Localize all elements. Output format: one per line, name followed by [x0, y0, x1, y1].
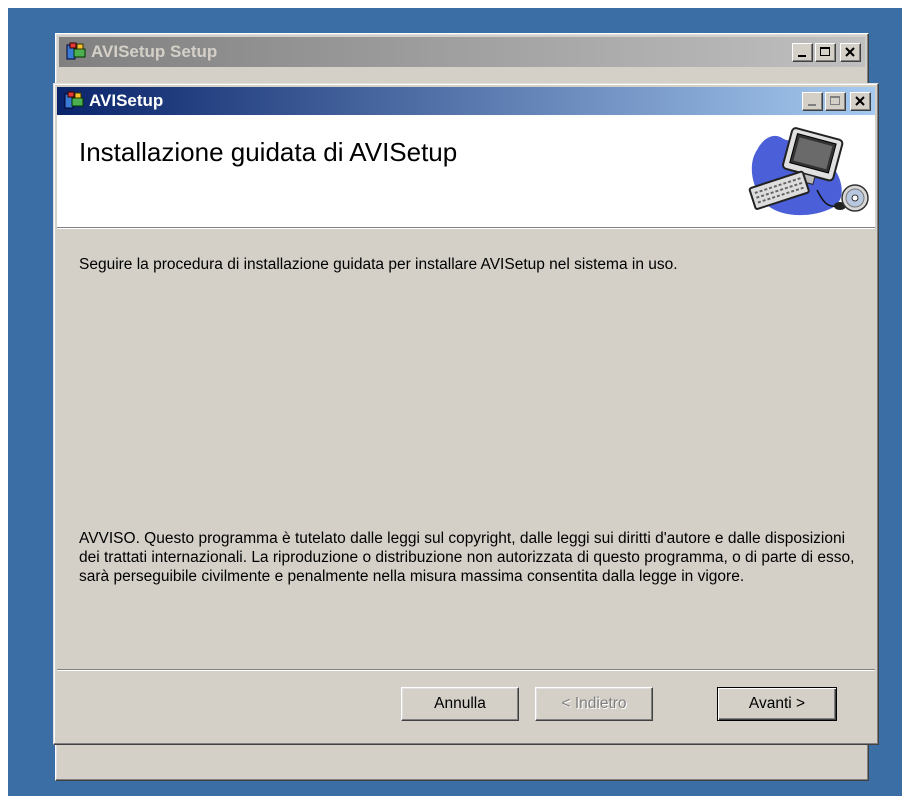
- close-icon[interactable]: [850, 91, 871, 111]
- outer-window-title: AVISetup Setup: [91, 42, 218, 61]
- computer-cd-icon: [737, 120, 869, 220]
- minimize-icon[interactable]: [802, 91, 823, 111]
- footer-divider: [57, 669, 875, 670]
- installer-icon: [65, 41, 87, 63]
- dialog-titlebar[interactable]: AVISetup: [57, 87, 875, 115]
- wizard-heading: Installazione guidata di AVISetup: [79, 137, 458, 167]
- maximize-icon[interactable]: [825, 91, 846, 111]
- back-button[interactable]: < Indietro: [535, 687, 653, 721]
- copyright-notice: AVVISO. Questo programma è tutelato dall…: [79, 530, 855, 585]
- banner-divider: [57, 228, 875, 229]
- wizard-banner: Installazione guidata di AVISetup: [57, 115, 875, 228]
- setup-wizard-dialog: AVISetup Installazione guidata di AVISet…: [53, 83, 879, 745]
- intro-text: Seguire la procedura di installazione gu…: [79, 256, 678, 273]
- installer-icon: [63, 90, 85, 112]
- next-button[interactable]: Avanti >: [717, 687, 837, 721]
- dialog-title: AVISetup: [89, 91, 164, 110]
- outer-titlebar[interactable]: AVISetup Setup: [59, 37, 865, 67]
- close-icon[interactable]: [840, 42, 861, 62]
- cancel-button[interactable]: Annulla: [401, 687, 519, 721]
- minimize-icon[interactable]: [792, 42, 813, 62]
- maximize-icon[interactable]: [815, 42, 836, 62]
